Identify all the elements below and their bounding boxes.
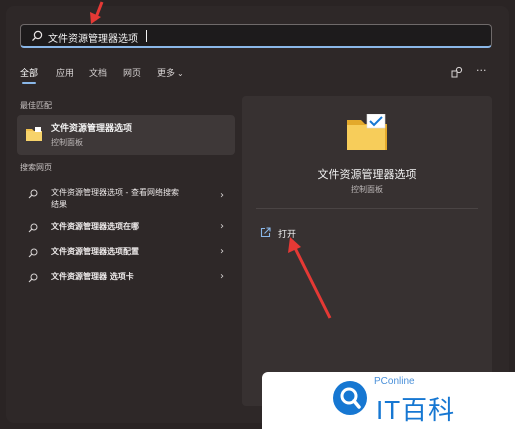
web-result-text: 文件资源管理器 选项卡 <box>51 271 134 282</box>
tab-web[interactable]: 网页 <box>123 66 141 79</box>
best-match-item[interactable]: 文件资源管理器选项 控制面板 <box>17 115 235 155</box>
tab-more-label: 更多 <box>157 69 176 79</box>
tab-apps[interactable]: 应用 <box>56 66 74 79</box>
logo-name-text: IT百科 <box>376 395 456 425</box>
chevron-down-icon: ⌄ <box>177 69 184 78</box>
search-icon <box>28 273 38 283</box>
detail-pane: 文件资源管理器选项 控制面板 打开 <box>242 96 492 406</box>
web-search-heading: 搜索网页 <box>20 163 52 172</box>
text-caret <box>146 30 147 42</box>
web-result-query: 文件资源管理器 选项卡 <box>51 272 134 281</box>
search-icon <box>28 223 38 233</box>
chevron-right-icon: › <box>220 221 224 232</box>
logo-brand-text: PConline <box>374 376 415 387</box>
best-match-title: 文件资源管理器选项 <box>51 124 133 134</box>
pconline-logo: PConline IT百科 <box>262 372 515 429</box>
search-input[interactable]: 文件资源管理器选项 <box>20 24 492 48</box>
chevron-right-icon: › <box>220 190 224 201</box>
web-result-row[interactable]: 文件资源管理器选项 - 查看网络搜索 结果 › <box>20 184 234 209</box>
search-icon <box>28 248 38 258</box>
web-result-row[interactable]: 文件资源管理器 选项卡 › <box>20 268 234 288</box>
detail-subtitle: 控制面板 <box>351 185 383 194</box>
web-result-text: 文件资源管理器选项 - 查看网络搜索 <box>51 187 179 198</box>
tab-more[interactable]: 更多 ⌄ <box>157 66 184 79</box>
best-match-heading: 最佳匹配 <box>20 101 52 110</box>
share-icon[interactable] <box>451 66 463 78</box>
more-icon[interactable]: ··· <box>476 64 487 77</box>
search-input-value: 文件资源管理器选项 <box>48 34 138 45</box>
divider <box>256 208 478 209</box>
tab-all[interactable]: 全部 <box>20 66 38 79</box>
detail-title: 文件资源管理器选项 <box>317 168 417 181</box>
active-tab-indicator <box>22 82 36 84</box>
web-result-row[interactable]: 文件资源管理器选项在哪 › <box>20 218 234 238</box>
tab-documents[interactable]: 文档 <box>89 66 107 79</box>
open-external-icon[interactable] <box>260 227 271 238</box>
open-action-label[interactable]: 打开 <box>278 227 296 240</box>
best-match-subtitle: 控制面板 <box>51 138 83 147</box>
chevron-right-icon: › <box>220 246 224 257</box>
magnifier-logo-icon <box>333 381 367 415</box>
web-result-query: 文件资源管理器选项在哪 <box>51 222 139 231</box>
folder-settings-icon <box>26 127 42 141</box>
web-result-row[interactable]: 文件资源管理器选项配置 › <box>20 243 234 263</box>
folder-settings-icon <box>347 114 387 150</box>
search-icon <box>28 189 38 199</box>
web-result-query: 文件资源管理器选项配置 <box>51 247 139 256</box>
web-result-text: 文件资源管理器选项配置 <box>51 246 139 257</box>
web-result-query: 文件资源管理器选项 <box>51 188 123 197</box>
chevron-right-icon: › <box>220 271 224 282</box>
search-icon <box>32 30 43 42</box>
web-result-suffix: - 查看网络搜索 <box>123 188 179 197</box>
web-result-text: 文件资源管理器选项在哪 <box>51 221 139 232</box>
web-result-text-line2: 结果 <box>51 200 67 209</box>
